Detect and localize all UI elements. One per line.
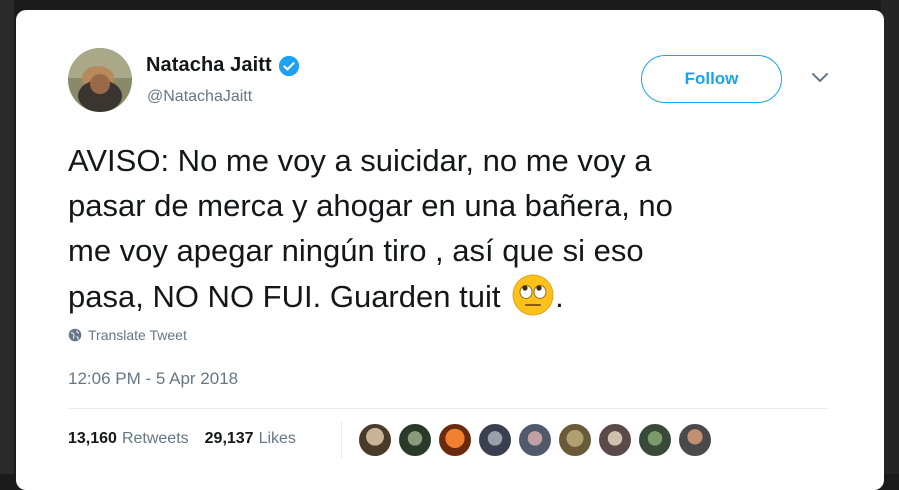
chevron-down-icon[interactable]	[811, 72, 829, 84]
likers-avatars	[358, 423, 718, 457]
liker-avatar[interactable]	[518, 423, 552, 457]
background-left	[0, 0, 14, 474]
tweet-line: pasar de merca y ahogar en una bañera, n…	[68, 188, 673, 223]
tweet-trailing-punct: .	[555, 279, 564, 314]
liker-avatar[interactable]	[598, 423, 632, 457]
retweets-stat[interactable]: 13,160 Retweets	[68, 430, 189, 448]
user-name-row: Natacha Jaitt	[146, 54, 300, 77]
liker-avatar[interactable]	[558, 423, 592, 457]
tweet-line: me voy apegar ningún tiro , así que si e…	[68, 233, 644, 268]
tweet-line: AVISO: No me voy a suicidar, no me voy a	[68, 143, 652, 178]
follow-button[interactable]: Follow	[641, 55, 782, 103]
tweet-text: AVISO: No me voy a suicidar, no me voy a…	[68, 138, 828, 319]
retweets-label: Retweets	[121, 430, 189, 447]
likes-count: 29,137	[204, 430, 254, 447]
tweet-timestamp[interactable]: 12:06 PM - 5 Apr 2018	[68, 369, 238, 389]
divider	[68, 408, 828, 409]
user-name[interactable]: Natacha Jaitt	[146, 54, 272, 77]
translate-label[interactable]: Translate Tweet	[88, 327, 187, 343]
liker-avatar[interactable]	[438, 423, 472, 457]
liker-avatar[interactable]	[358, 423, 392, 457]
liker-avatar[interactable]	[638, 423, 672, 457]
globe-icon	[68, 328, 82, 342]
tweet-stats: 13,160 Retweets 29,137 Likes	[68, 430, 296, 448]
verified-badge-icon	[278, 55, 299, 76]
translate-tweet-link[interactable]: Translate Tweet	[68, 327, 187, 343]
avatar[interactable]	[68, 48, 132, 112]
liker-avatar[interactable]	[478, 423, 512, 457]
liker-avatar[interactable]	[398, 423, 432, 457]
user-handle[interactable]: @NatachaJaitt	[147, 88, 252, 106]
likes-stat[interactable]: 29,137 Likes	[205, 430, 296, 448]
tweet-card: Natacha Jaitt @NatachaJaitt Follow AVISO…	[16, 10, 884, 490]
stats-separator	[341, 422, 342, 458]
likes-label: Likes	[258, 430, 296, 447]
tweet-line: pasa, NO NO FUI. Guarden tuit	[68, 279, 501, 314]
liker-avatar[interactable]	[678, 423, 712, 457]
face-with-rolling-eyes-emoji	[512, 274, 554, 316]
retweets-count: 13,160	[68, 430, 117, 447]
